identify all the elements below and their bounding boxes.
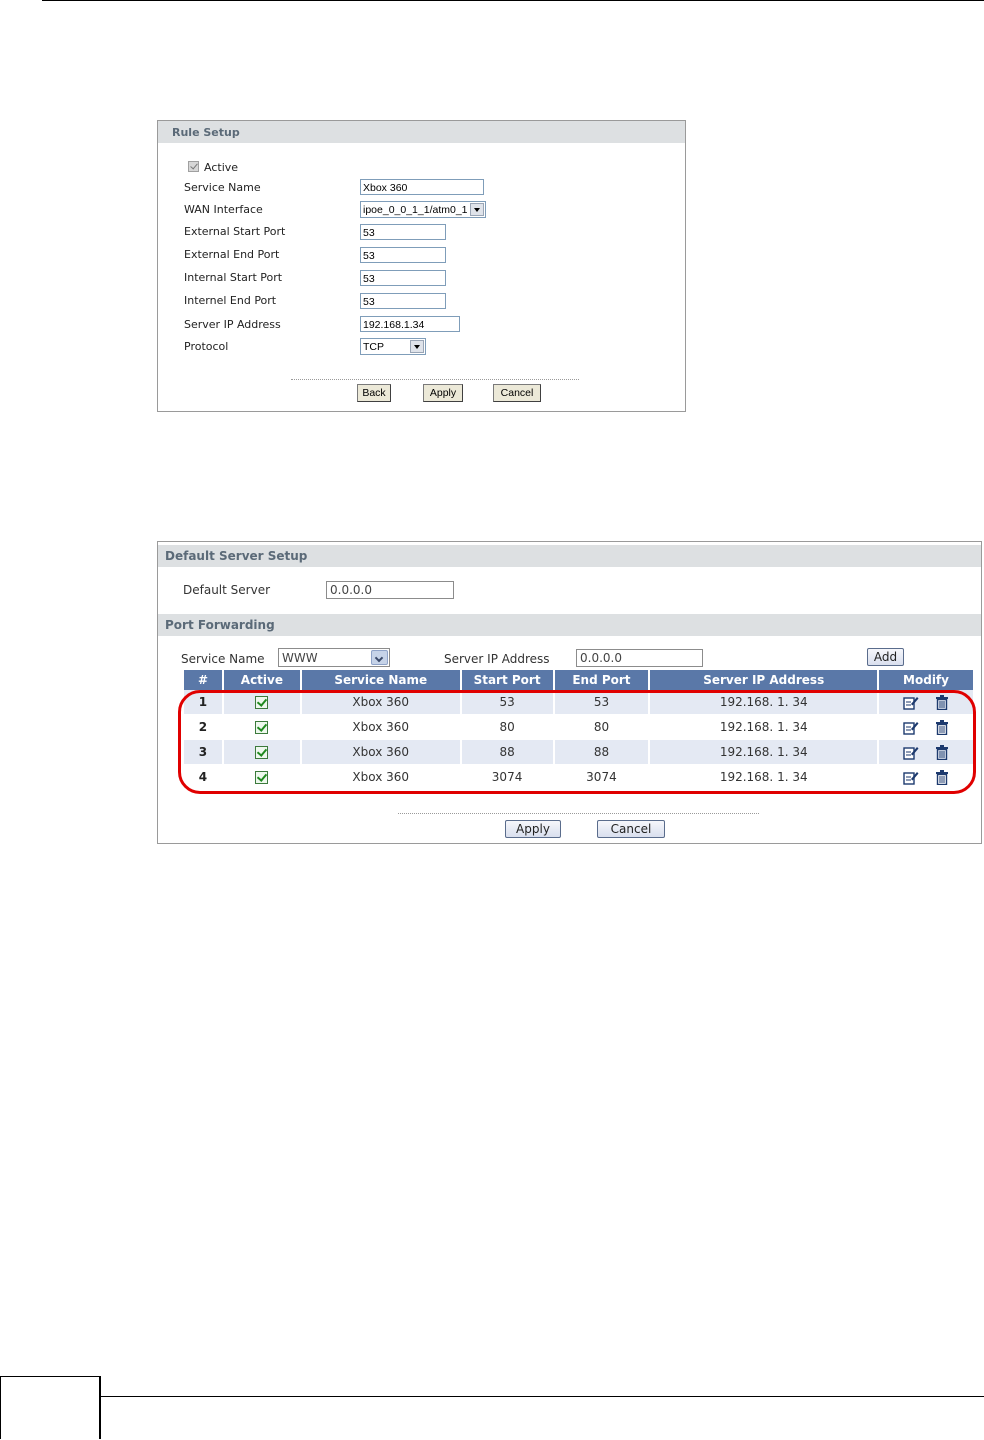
col-header-end-port: End Port bbox=[553, 670, 651, 690]
row-active-cell bbox=[222, 739, 302, 765]
external-start-port-label: External Start Port bbox=[184, 225, 286, 238]
port-forwarding-title: Port Forwarding bbox=[158, 614, 981, 636]
external-start-port-input[interactable]: 53 bbox=[360, 224, 446, 240]
service-name-label: Service Name bbox=[181, 652, 265, 666]
col-header-start-port: Start Port bbox=[460, 670, 555, 690]
checkbox-icon[interactable] bbox=[255, 721, 269, 734]
service-name-select[interactable]: WWW bbox=[278, 648, 390, 667]
row-active-cell bbox=[222, 714, 302, 740]
row-service-name: Xbox 360 bbox=[300, 714, 462, 740]
page-top-rule bbox=[42, 0, 984, 1]
col-header-number: # bbox=[184, 670, 224, 690]
active-label: Active bbox=[204, 161, 239, 174]
col-header-service-name: Service Name bbox=[300, 670, 462, 690]
wan-interface-select[interactable]: ipoe_0_0_1_1/atm0_1 bbox=[360, 201, 486, 218]
page-bottom-rule bbox=[100, 1396, 984, 1397]
row-end-port: 80 bbox=[553, 714, 651, 740]
row-service-name: Xbox 360 bbox=[300, 690, 462, 715]
service-name-label: Service Name bbox=[184, 181, 261, 194]
row-modify-cell bbox=[878, 764, 975, 790]
row-end-port: 3074 bbox=[553, 764, 651, 790]
row-server-ip: 192.168. 1. 34 bbox=[649, 739, 880, 765]
page-number-box bbox=[0, 1376, 101, 1439]
internal-end-port-label: Internel End Port bbox=[184, 294, 277, 307]
row-service-name: Xbox 360 bbox=[300, 739, 462, 765]
checkbox-icon[interactable] bbox=[255, 771, 269, 784]
row-modify-cell bbox=[878, 739, 975, 765]
server-ip-label: Server IP Address bbox=[184, 318, 281, 331]
divider bbox=[398, 813, 759, 814]
row-number: 4 bbox=[184, 764, 224, 790]
row-server-ip: 192.168. 1. 34 bbox=[649, 764, 880, 790]
cancel-button[interactable]: Cancel bbox=[597, 820, 665, 838]
table-row: 3 Xbox 360 88 88 192.168. 1. 34 bbox=[184, 739, 975, 765]
row-number: 2 bbox=[184, 714, 224, 740]
internal-start-port-label: Internal Start Port bbox=[184, 271, 283, 284]
internal-start-port-input[interactable]: 53 bbox=[360, 270, 446, 286]
dropdown-arrow-icon[interactable] bbox=[410, 340, 424, 353]
table-row: 2 Xbox 360 80 80 192.168. 1. 34 bbox=[184, 714, 975, 740]
edit-icon[interactable] bbox=[903, 745, 919, 760]
row-active-cell bbox=[222, 764, 302, 790]
col-header-active: Active bbox=[222, 670, 302, 690]
divider bbox=[291, 379, 579, 380]
service-name-value: WWW bbox=[282, 651, 318, 665]
internal-end-port-input[interactable]: 53 bbox=[360, 293, 446, 309]
row-start-port: 88 bbox=[460, 739, 555, 765]
rule-setup-panel: Rule Setup Active Service Name Xbox 360 … bbox=[157, 120, 686, 412]
row-server-ip: 192.168. 1. 34 bbox=[649, 690, 880, 715]
server-ip-input[interactable]: 192.168.1.34 bbox=[360, 316, 460, 332]
port-forwarding-panel: Default Server Setup Default Server 0.0.… bbox=[157, 541, 982, 844]
col-header-server-ip: Server IP Address bbox=[649, 670, 880, 690]
row-service-name: Xbox 360 bbox=[300, 764, 462, 790]
apply-button[interactable]: Apply bbox=[505, 820, 561, 838]
trash-icon[interactable] bbox=[935, 769, 949, 785]
table-row: 4 Xbox 360 3074 3074 192.168. 1. 34 bbox=[184, 764, 975, 790]
row-server-ip: 192.168. 1. 34 bbox=[649, 714, 880, 740]
row-start-port: 80 bbox=[460, 714, 555, 740]
apply-button[interactable]: Apply bbox=[423, 384, 463, 402]
checkbox-icon[interactable] bbox=[255, 746, 269, 759]
back-button[interactable]: Back bbox=[357, 384, 391, 402]
row-start-port: 53 bbox=[460, 690, 555, 715]
external-end-port-label: External End Port bbox=[184, 248, 280, 261]
trash-icon[interactable] bbox=[935, 694, 949, 710]
wan-interface-label: WAN Interface bbox=[184, 203, 263, 216]
edit-icon[interactable] bbox=[903, 770, 919, 785]
wan-interface-value: ipoe_0_0_1_1/atm0_1 bbox=[363, 204, 468, 216]
active-checkbox[interactable] bbox=[188, 161, 199, 172]
row-active-cell bbox=[222, 690, 302, 715]
row-modify-cell bbox=[878, 690, 975, 715]
service-name-input[interactable]: Xbox 360 bbox=[360, 179, 484, 195]
default-server-label: Default Server bbox=[183, 583, 271, 597]
default-server-input[interactable]: 0.0.0.0 bbox=[326, 581, 454, 599]
row-number: 3 bbox=[184, 739, 224, 765]
row-number: 1 bbox=[184, 690, 224, 715]
dropdown-arrow-icon[interactable] bbox=[470, 203, 484, 216]
trash-icon[interactable] bbox=[935, 719, 949, 735]
default-server-setup-title: Default Server Setup bbox=[158, 545, 981, 567]
row-start-port: 3074 bbox=[460, 764, 555, 790]
add-button[interactable]: Add bbox=[867, 648, 904, 666]
cancel-button[interactable]: Cancel bbox=[493, 384, 541, 402]
checkbox-icon[interactable] bbox=[255, 696, 269, 709]
row-modify-cell bbox=[878, 714, 975, 740]
trash-icon[interactable] bbox=[935, 744, 949, 760]
protocol-select[interactable]: TCP bbox=[360, 338, 426, 355]
server-ip-input[interactable]: 0.0.0.0 bbox=[576, 649, 703, 667]
row-end-port: 88 bbox=[553, 739, 651, 765]
port-forwarding-table: # Active Service Name Start Port End Por… bbox=[184, 670, 975, 790]
col-header-modify: Modify bbox=[878, 670, 975, 690]
table-header-row: # Active Service Name Start Port End Por… bbox=[184, 670, 975, 690]
dropdown-arrow-icon[interactable] bbox=[371, 650, 388, 665]
external-end-port-input[interactable]: 53 bbox=[360, 247, 446, 263]
edit-icon[interactable] bbox=[903, 695, 919, 710]
rule-setup-title: Rule Setup bbox=[158, 121, 685, 143]
row-end-port: 53 bbox=[553, 690, 651, 715]
server-ip-label: Server IP Address bbox=[444, 652, 550, 666]
protocol-value: TCP bbox=[363, 341, 384, 353]
protocol-label: Protocol bbox=[184, 340, 229, 353]
edit-icon[interactable] bbox=[903, 720, 919, 735]
table-row: 1 Xbox 360 53 53 192.168. 1. 34 bbox=[184, 690, 975, 715]
